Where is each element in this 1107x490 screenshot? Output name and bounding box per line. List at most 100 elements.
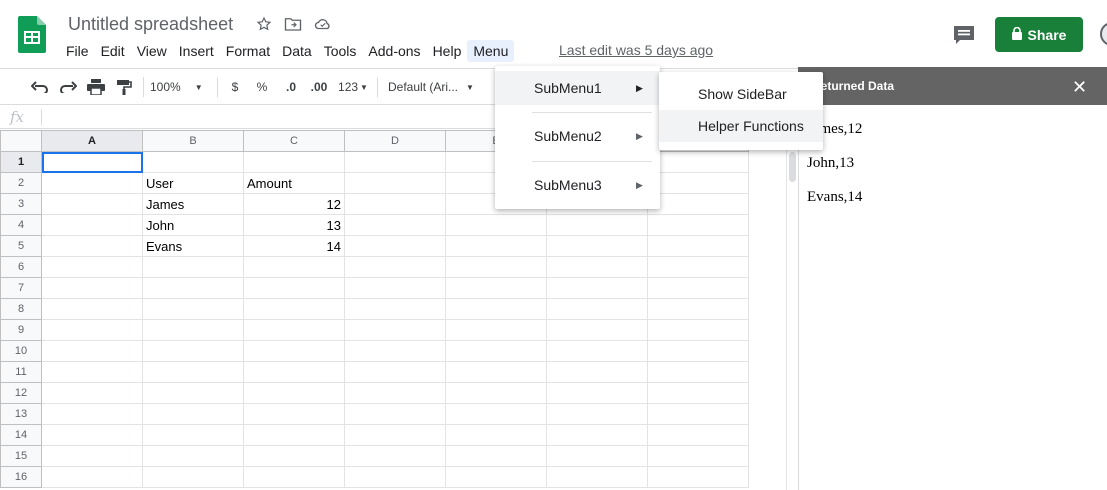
grid-cell[interactable] bbox=[41, 256, 143, 278]
grid-cell[interactable] bbox=[546, 382, 648, 404]
grid-cell[interactable] bbox=[344, 151, 446, 173]
star-icon[interactable] bbox=[254, 14, 274, 34]
grid-cell[interactable] bbox=[344, 382, 446, 404]
close-icon[interactable]: ✕ bbox=[1072, 77, 1087, 98]
scrollbar-thumb[interactable] bbox=[789, 152, 796, 182]
last-edit-link[interactable]: Last edit was 5 days ago bbox=[559, 42, 713, 58]
grid-cell[interactable] bbox=[647, 172, 749, 194]
grid-cell[interactable]: User bbox=[142, 172, 244, 194]
menu-tools[interactable]: Tools bbox=[318, 40, 363, 62]
grid-cell[interactable] bbox=[445, 214, 547, 236]
grid-cell[interactable] bbox=[344, 319, 446, 341]
grid-cell[interactable]: Evans bbox=[142, 235, 244, 257]
menu-item-submenu2[interactable]: SubMenu2 ▶ bbox=[495, 119, 660, 153]
grid-cell[interactable] bbox=[344, 256, 446, 278]
grid-cell[interactable] bbox=[647, 361, 749, 383]
row-header[interactable]: 15 bbox=[0, 445, 42, 467]
decrease-decimal-button[interactable]: .0 bbox=[280, 77, 302, 97]
menu-item-show-sidebar[interactable]: Show SideBar bbox=[659, 78, 823, 110]
menu-item-submenu1[interactable]: SubMenu1 ▶ bbox=[495, 71, 660, 105]
grid-cell[interactable] bbox=[546, 466, 648, 488]
grid-cell[interactable] bbox=[445, 445, 547, 467]
grid-cell[interactable] bbox=[142, 403, 244, 425]
grid-cell[interactable] bbox=[243, 298, 345, 320]
grid-cell[interactable] bbox=[142, 340, 244, 362]
grid-cell[interactable] bbox=[243, 403, 345, 425]
grid-cell[interactable] bbox=[647, 382, 749, 404]
grid-cell[interactable] bbox=[344, 466, 446, 488]
increase-decimal-button[interactable]: .00 bbox=[307, 77, 331, 97]
column-header[interactable]: D bbox=[344, 130, 446, 152]
menu-addons[interactable]: Add-ons bbox=[362, 40, 426, 62]
grid-cell[interactable] bbox=[344, 193, 446, 215]
grid-cell[interactable] bbox=[41, 193, 143, 215]
grid-cell[interactable] bbox=[546, 277, 648, 299]
grid-cell[interactable] bbox=[445, 340, 547, 362]
spreadsheet-grid[interactable]: ABCDEFG12UserAmount3James124John135Evans… bbox=[0, 130, 786, 490]
grid-cell[interactable] bbox=[445, 319, 547, 341]
menu-insert[interactable]: Insert bbox=[173, 40, 220, 62]
document-title[interactable]: Untitled spreadsheet bbox=[68, 14, 233, 35]
percent-format-button[interactable]: % bbox=[253, 77, 271, 97]
more-formats-button[interactable]: 123 ▼ bbox=[336, 77, 370, 97]
grid-cell[interactable] bbox=[546, 340, 648, 362]
grid-cell[interactable] bbox=[445, 256, 547, 278]
grid-cell[interactable] bbox=[546, 424, 648, 446]
zoom-select[interactable]: 100% ▼ bbox=[150, 77, 212, 97]
grid-cell[interactable] bbox=[142, 319, 244, 341]
redo-icon[interactable] bbox=[58, 77, 78, 97]
grid-cell[interactable] bbox=[647, 340, 749, 362]
grid-cell[interactable] bbox=[546, 298, 648, 320]
grid-cell[interactable] bbox=[445, 424, 547, 446]
row-header[interactable]: 7 bbox=[0, 277, 42, 299]
grid-cell[interactable] bbox=[243, 256, 345, 278]
row-header[interactable]: 6 bbox=[0, 256, 42, 278]
grid-cell[interactable] bbox=[41, 214, 143, 236]
grid-cell[interactable] bbox=[142, 151, 244, 173]
menu-custom[interactable]: Menu bbox=[467, 40, 515, 62]
currency-format-button[interactable]: $ bbox=[226, 77, 244, 97]
grid-cell[interactable] bbox=[41, 424, 143, 446]
grid-cell[interactable] bbox=[243, 424, 345, 446]
column-header[interactable]: A bbox=[41, 130, 143, 152]
print-icon[interactable] bbox=[86, 77, 106, 97]
row-header[interactable]: 11 bbox=[0, 361, 42, 383]
grid-cell[interactable] bbox=[344, 235, 446, 257]
grid-cell[interactable] bbox=[344, 424, 446, 446]
grid-cell[interactable] bbox=[546, 214, 648, 236]
grid-cell[interactable] bbox=[41, 319, 143, 341]
grid-cell[interactable] bbox=[647, 214, 749, 236]
font-select[interactable]: Default (Ari... ▼ bbox=[388, 77, 484, 97]
grid-cell[interactable] bbox=[546, 256, 648, 278]
grid-cell[interactable] bbox=[142, 256, 244, 278]
comments-icon[interactable] bbox=[950, 22, 978, 48]
grid-cell[interactable] bbox=[243, 382, 345, 404]
menu-help[interactable]: Help bbox=[427, 40, 468, 62]
grid-cell[interactable] bbox=[546, 361, 648, 383]
menu-edit[interactable]: Edit bbox=[95, 40, 131, 62]
grid-cell[interactable] bbox=[647, 298, 749, 320]
grid-cell[interactable] bbox=[142, 298, 244, 320]
row-header[interactable]: 14 bbox=[0, 424, 42, 446]
grid-cell[interactable] bbox=[546, 235, 648, 257]
grid-cell[interactable] bbox=[243, 340, 345, 362]
grid-cell[interactable] bbox=[344, 172, 446, 194]
row-header[interactable]: 13 bbox=[0, 403, 42, 425]
row-header[interactable]: 3 bbox=[0, 193, 42, 215]
grid-cell[interactable] bbox=[546, 445, 648, 467]
grid-cell[interactable] bbox=[647, 424, 749, 446]
grid-cell[interactable] bbox=[647, 256, 749, 278]
grid-cell[interactable] bbox=[445, 361, 547, 383]
sheets-logo-icon[interactable] bbox=[18, 16, 46, 53]
grid-cell[interactable] bbox=[647, 445, 749, 467]
grid-cell[interactable] bbox=[445, 382, 547, 404]
menu-item-submenu3[interactable]: SubMenu3 ▶ bbox=[495, 168, 660, 202]
avatar[interactable] bbox=[1100, 22, 1107, 46]
menu-view[interactable]: View bbox=[131, 40, 173, 62]
menu-item-helper-functions[interactable]: Helper Functions bbox=[659, 110, 823, 142]
grid-cell[interactable] bbox=[344, 277, 446, 299]
share-button[interactable]: Share bbox=[995, 17, 1083, 52]
grid-cell[interactable] bbox=[647, 235, 749, 257]
grid-cell[interactable] bbox=[445, 277, 547, 299]
grid-cell[interactable]: John bbox=[142, 214, 244, 236]
